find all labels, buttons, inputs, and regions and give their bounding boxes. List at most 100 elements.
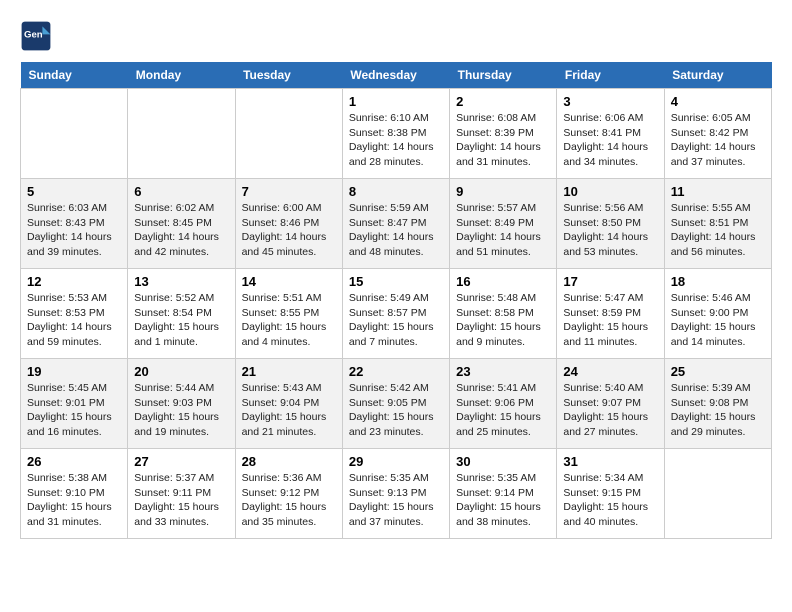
- day-info: Sunrise: 5:37 AM Sunset: 9:11 PM Dayligh…: [134, 471, 228, 530]
- calendar-cell: 11 Sunrise: 5:55 AM Sunset: 8:51 PM Dayli…: [664, 179, 771, 269]
- day-header-thursday: Thursday: [450, 62, 557, 89]
- day-number: 13: [134, 274, 228, 289]
- svg-text:Gen: Gen: [24, 30, 43, 41]
- day-info: Sunrise: 5:47 AM Sunset: 8:59 PM Dayligh…: [563, 291, 657, 350]
- day-number: 8: [349, 184, 443, 199]
- day-header-tuesday: Tuesday: [235, 62, 342, 89]
- day-number: 22: [349, 364, 443, 379]
- day-header-sunday: Sunday: [21, 62, 128, 89]
- calendar-cell: 25Sunrise: 5:39 AM Sunset: 9:08 PM Dayli…: [664, 359, 771, 449]
- calendar-cell: 23 Sunrise: 5:41 AM Sunset: 9:06 PM Dayli…: [450, 359, 557, 449]
- day-number: 25: [671, 364, 765, 379]
- day-info: Sunrise: 5:56 AM Sunset: 8:50 PM Dayligh…: [563, 201, 657, 260]
- day-info: Sunrise: 6:08 AM Sunset: 8:39 PM Dayligh…: [456, 111, 550, 170]
- calendar-cell: 2 Sunrise: 6:08 AM Sunset: 8:39 PM Daylig…: [450, 89, 557, 179]
- calendar-week-row: 5 Sunrise: 6:03 AM Sunset: 8:43 PM Daylig…: [21, 179, 772, 269]
- day-number: 1: [349, 94, 443, 109]
- day-info: Sunrise: 5:55 AM Sunset: 8:51 PM Dayligh…: [671, 201, 765, 260]
- day-info: Sunrise: 5:44 AM Sunset: 9:03 PM Dayligh…: [134, 381, 228, 440]
- calendar-week-row: 19 Sunrise: 5:45 AM Sunset: 9:01 PM Dayli…: [21, 359, 772, 449]
- day-info: Sunrise: 5:40 AM Sunset: 9:07 PM Dayligh…: [563, 381, 657, 440]
- calendar-cell: 5 Sunrise: 6:03 AM Sunset: 8:43 PM Daylig…: [21, 179, 128, 269]
- calendar-table: SundayMondayTuesdayWednesdayThursdayFrid…: [20, 62, 772, 539]
- day-info: Sunrise: 5:35 AM Sunset: 9:13 PM Dayligh…: [349, 471, 443, 530]
- calendar-cell: 22 Sunrise: 5:42 AM Sunset: 9:05 PM Dayli…: [342, 359, 449, 449]
- day-number: 28: [242, 454, 336, 469]
- calendar-cell: 26 Sunrise: 5:38 AM Sunset: 9:10 PM Dayli…: [21, 449, 128, 539]
- day-info: Sunrise: 5:46 AM Sunset: 9:00 PM Dayligh…: [671, 291, 765, 350]
- day-header-monday: Monday: [128, 62, 235, 89]
- day-number: 9: [456, 184, 550, 199]
- calendar-cell: 15 Sunrise: 5:49 AM Sunset: 8:57 PM Dayli…: [342, 269, 449, 359]
- calendar-cell: [664, 449, 771, 539]
- day-info: Sunrise: 5:59 AM Sunset: 8:47 PM Dayligh…: [349, 201, 443, 260]
- day-number: 17: [563, 274, 657, 289]
- calendar-cell: 20Sunrise: 5:44 AM Sunset: 9:03 PM Dayli…: [128, 359, 235, 449]
- calendar-cell: 3Sunrise: 6:06 AM Sunset: 8:41 PM Daylig…: [557, 89, 664, 179]
- day-info: Sunrise: 5:49 AM Sunset: 8:57 PM Dayligh…: [349, 291, 443, 350]
- day-number: 27: [134, 454, 228, 469]
- calendar-cell: 18 Sunrise: 5:46 AM Sunset: 9:00 PM Dayli…: [664, 269, 771, 359]
- calendar-cell: 28 Sunrise: 5:36 AM Sunset: 9:12 PM Dayli…: [235, 449, 342, 539]
- calendar-cell: 16 Sunrise: 5:48 AM Sunset: 8:58 PM Dayli…: [450, 269, 557, 359]
- calendar-cell: 19 Sunrise: 5:45 AM Sunset: 9:01 PM Dayli…: [21, 359, 128, 449]
- day-info: Sunrise: 6:05 AM Sunset: 8:42 PM Dayligh…: [671, 111, 765, 170]
- day-number: 10: [563, 184, 657, 199]
- day-info: Sunrise: 5:45 AM Sunset: 9:01 PM Dayligh…: [27, 381, 121, 440]
- day-number: 11: [671, 184, 765, 199]
- calendar-cell: 21Sunrise: 5:43 AM Sunset: 9:04 PM Dayli…: [235, 359, 342, 449]
- calendar-cell: 12Sunrise: 5:53 AM Sunset: 8:53 PM Dayli…: [21, 269, 128, 359]
- day-number: 29: [349, 454, 443, 469]
- day-number: 19: [27, 364, 121, 379]
- calendar-cell: [128, 89, 235, 179]
- calendar-cell: 14Sunrise: 5:51 AM Sunset: 8:55 PM Dayli…: [235, 269, 342, 359]
- calendar-week-row: 26 Sunrise: 5:38 AM Sunset: 9:10 PM Dayli…: [21, 449, 772, 539]
- day-info: Sunrise: 5:41 AM Sunset: 9:06 PM Dayligh…: [456, 381, 550, 440]
- calendar-week-row: 1Sunrise: 6:10 AM Sunset: 8:38 PM Daylig…: [21, 89, 772, 179]
- calendar-cell: 6Sunrise: 6:02 AM Sunset: 8:45 PM Daylig…: [128, 179, 235, 269]
- calendar-header-row: SundayMondayTuesdayWednesdayThursdayFrid…: [21, 62, 772, 89]
- calendar-cell: 7Sunrise: 6:00 AM Sunset: 8:46 PM Daylig…: [235, 179, 342, 269]
- calendar-cell: 17 Sunrise: 5:47 AM Sunset: 8:59 PM Dayli…: [557, 269, 664, 359]
- day-number: 23: [456, 364, 550, 379]
- day-number: 18: [671, 274, 765, 289]
- day-number: 26: [27, 454, 121, 469]
- day-info: Sunrise: 5:52 AM Sunset: 8:54 PM Dayligh…: [134, 291, 228, 350]
- calendar-cell: 13 Sunrise: 5:52 AM Sunset: 8:54 PM Dayli…: [128, 269, 235, 359]
- calendar-cell: 1Sunrise: 6:10 AM Sunset: 8:38 PM Daylig…: [342, 89, 449, 179]
- day-header-wednesday: Wednesday: [342, 62, 449, 89]
- day-number: 16: [456, 274, 550, 289]
- day-info: Sunrise: 5:57 AM Sunset: 8:49 PM Dayligh…: [456, 201, 550, 260]
- day-info: Sunrise: 5:35 AM Sunset: 9:14 PM Dayligh…: [456, 471, 550, 530]
- calendar-cell: 4Sunrise: 6:05 AM Sunset: 8:42 PM Daylig…: [664, 89, 771, 179]
- day-number: 30: [456, 454, 550, 469]
- day-info: Sunrise: 5:42 AM Sunset: 9:05 PM Dayligh…: [349, 381, 443, 440]
- day-info: Sunrise: 6:03 AM Sunset: 8:43 PM Dayligh…: [27, 201, 121, 260]
- calendar-week-row: 12Sunrise: 5:53 AM Sunset: 8:53 PM Dayli…: [21, 269, 772, 359]
- day-number: 2: [456, 94, 550, 109]
- day-number: 15: [349, 274, 443, 289]
- day-info: Sunrise: 5:48 AM Sunset: 8:58 PM Dayligh…: [456, 291, 550, 350]
- day-number: 21: [242, 364, 336, 379]
- day-number: 3: [563, 94, 657, 109]
- calendar-cell: [21, 89, 128, 179]
- calendar-cell: 10 Sunrise: 5:56 AM Sunset: 8:50 PM Dayli…: [557, 179, 664, 269]
- day-number: 5: [27, 184, 121, 199]
- logo: Gen: [20, 20, 56, 52]
- day-info: Sunrise: 5:36 AM Sunset: 9:12 PM Dayligh…: [242, 471, 336, 530]
- calendar-cell: [235, 89, 342, 179]
- day-info: Sunrise: 5:53 AM Sunset: 8:53 PM Dayligh…: [27, 291, 121, 350]
- day-number: 31: [563, 454, 657, 469]
- calendar-cell: 24Sunrise: 5:40 AM Sunset: 9:07 PM Dayli…: [557, 359, 664, 449]
- day-number: 6: [134, 184, 228, 199]
- page-header: Gen: [20, 20, 772, 52]
- day-number: 7: [242, 184, 336, 199]
- day-header-saturday: Saturday: [664, 62, 771, 89]
- logo-icon: Gen: [20, 20, 52, 52]
- day-info: Sunrise: 5:38 AM Sunset: 9:10 PM Dayligh…: [27, 471, 121, 530]
- day-info: Sunrise: 5:34 AM Sunset: 9:15 PM Dayligh…: [563, 471, 657, 530]
- day-number: 14: [242, 274, 336, 289]
- calendar-cell: 8 Sunrise: 5:59 AM Sunset: 8:47 PM Daylig…: [342, 179, 449, 269]
- calendar-cell: 29 Sunrise: 5:35 AM Sunset: 9:13 PM Dayli…: [342, 449, 449, 539]
- calendar-cell: 27 Sunrise: 5:37 AM Sunset: 9:11 PM Dayli…: [128, 449, 235, 539]
